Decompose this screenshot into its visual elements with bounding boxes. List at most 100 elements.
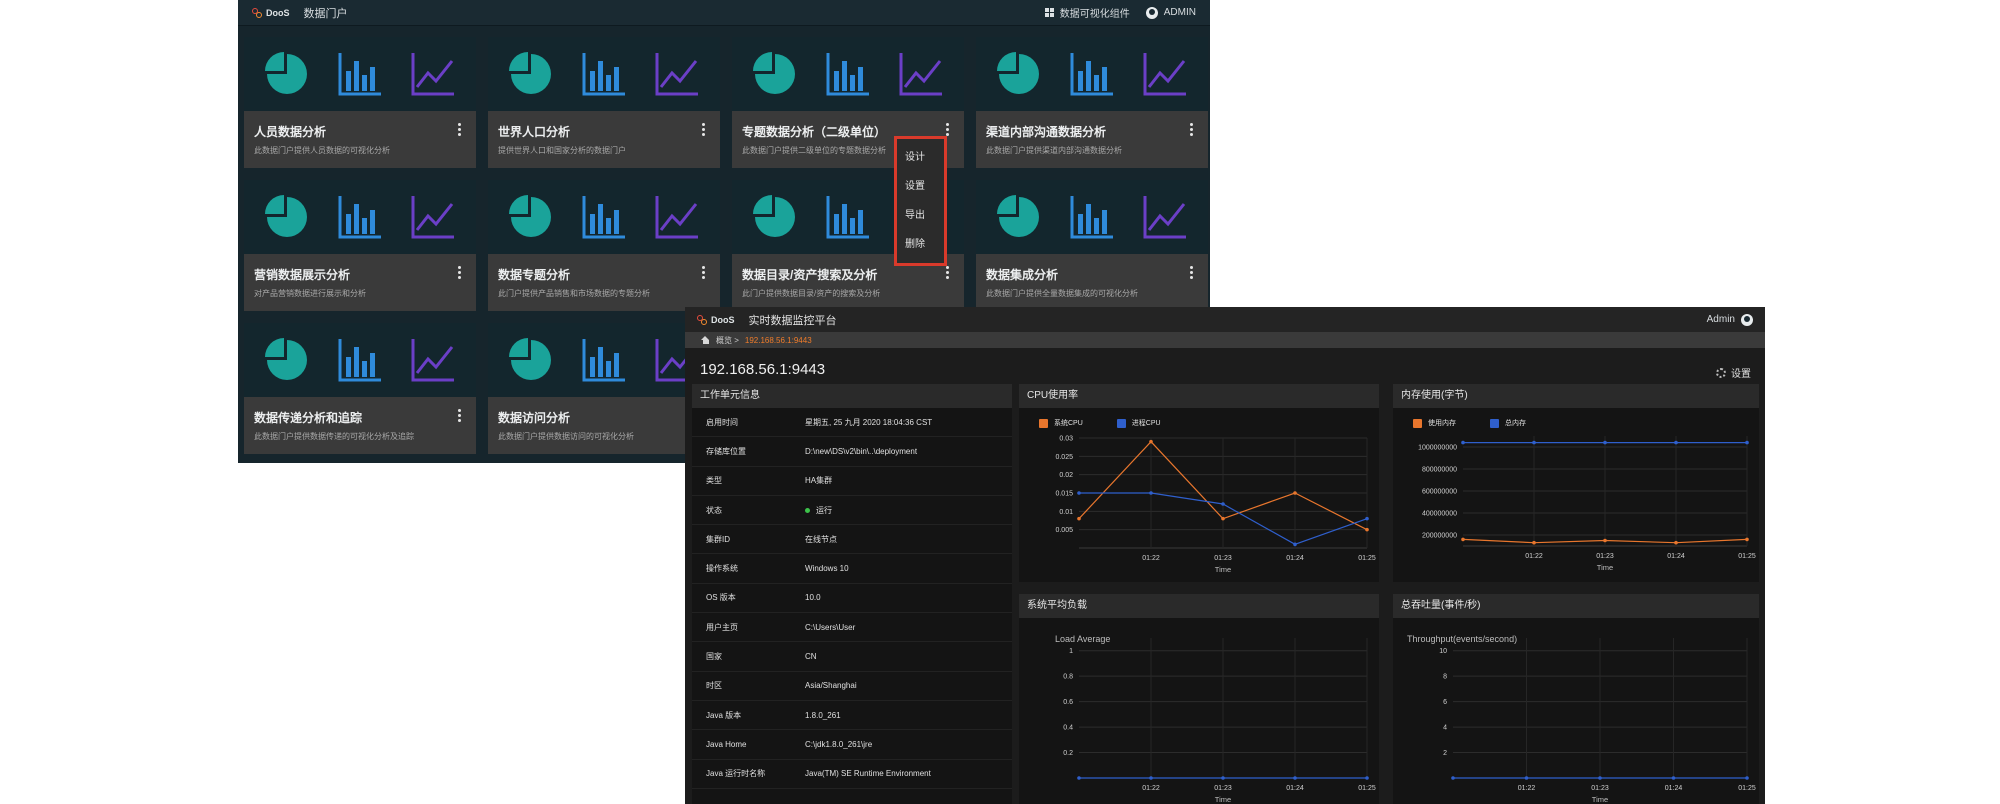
more-options-icon[interactable]	[702, 123, 706, 136]
portal-card[interactable]: 数据传递分析和追踪 此数据门户提供数据传递的可视化分析及追踪	[244, 323, 476, 454]
data-point[interactable]	[1461, 440, 1465, 445]
gear-icon	[1716, 367, 1726, 378]
x-tick-label: 01:23	[1214, 785, 1232, 792]
data-point[interactable]	[1532, 440, 1536, 445]
data-point[interactable]	[1745, 440, 1749, 445]
monitor-user-menu[interactable]: Admin	[1706, 313, 1753, 326]
menu-item-settings[interactable]: 设置	[897, 178, 944, 207]
data-point[interactable]	[1077, 491, 1081, 495]
y-tick-label: 6	[1443, 699, 1447, 706]
user-icon	[1145, 6, 1158, 19]
breadcrumb-root[interactable]: 概览 >	[716, 335, 739, 346]
card-thumbnail	[976, 37, 1208, 111]
data-point[interactable]	[1149, 491, 1153, 495]
more-options-icon[interactable]	[1190, 266, 1194, 279]
line-chart-icon	[899, 53, 943, 96]
portal-card[interactable]: 数据集成分析 此数据门户提供全量数据集成的可视化分析	[976, 180, 1208, 311]
info-key: 国家	[706, 652, 722, 662]
line-chart-icon	[655, 53, 699, 96]
card-title: 世界人口分析	[498, 125, 571, 139]
data-point[interactable]	[1603, 440, 1607, 445]
data-point[interactable]	[1293, 776, 1297, 780]
card-title: 营销数据展示分析	[254, 268, 351, 282]
data-point[interactable]	[1149, 439, 1153, 444]
data-point[interactable]	[1365, 776, 1369, 780]
x-tick-label: 01:23	[1596, 553, 1614, 560]
info-key: 存储库位置	[706, 446, 746, 456]
info-value-text: D:\new\DS\v2\bin\..\deployment	[805, 446, 918, 456]
card-description: 对产品营销数据进行展示和分析	[254, 289, 366, 298]
data-point[interactable]	[1671, 776, 1676, 780]
info-value-text: 运行	[816, 505, 832, 515]
portal-logo[interactable]: DooS	[252, 7, 290, 18]
card-footer: 数据专题分析 此门户提供产品销售和市场数据的专题分析	[488, 254, 720, 311]
menu-item-design[interactable]: 设计	[897, 149, 944, 178]
legend-item-process-cpu[interactable]: 进程CPU	[1116, 418, 1161, 428]
more-options-icon[interactable]	[702, 266, 706, 279]
card-thumbnail	[732, 37, 964, 111]
data-point[interactable]	[1293, 491, 1297, 495]
info-value: 在线节点	[805, 534, 1012, 545]
data-point[interactable]	[1077, 516, 1081, 521]
more-options-icon[interactable]	[458, 123, 462, 136]
portal-card[interactable]: 数据专题分析 此门户提供产品销售和市场数据的专题分析	[488, 180, 720, 311]
screenshot-canvas: DooS 数据门户 数据可视化组件 ADMIN 人员数据分析 此数据门户提供人员数…	[0, 0, 2000, 804]
x-tick-label: 01:22	[1525, 553, 1543, 560]
widgets-label: 数据可视化组件	[1059, 9, 1130, 20]
data-point[interactable]	[1149, 776, 1153, 780]
data-point[interactable]	[1461, 537, 1465, 542]
line-chart-icon	[411, 196, 455, 239]
data-point[interactable]	[1745, 776, 1749, 780]
widgets-link[interactable]: 数据可视化组件	[1044, 5, 1130, 20]
menu-item-export[interactable]: 导出	[897, 207, 944, 236]
data-point[interactable]	[1221, 516, 1225, 521]
data-point[interactable]	[1532, 540, 1536, 545]
portal-card[interactable]: 世界人口分析 提供世界人口和国家分析的数据门户	[488, 37, 720, 168]
data-point[interactable]	[1451, 776, 1455, 780]
more-options-icon[interactable]	[946, 266, 950, 279]
settings-button[interactable]: 设置	[1716, 365, 1751, 380]
more-options-icon[interactable]	[946, 123, 950, 136]
info-row: Java 版本 1.8.0_261	[692, 701, 1012, 731]
home-icon[interactable]	[701, 336, 710, 344]
info-key: 集群ID	[706, 534, 730, 544]
info-value-text: Windows 10	[805, 564, 849, 574]
pie-chart-icon	[752, 195, 795, 237]
card-footer: 渠道内部沟通数据分析 此数据门户提供渠道内部沟通数据分析	[976, 111, 1208, 168]
more-options-icon[interactable]	[458, 266, 462, 279]
data-point[interactable]	[1077, 776, 1081, 780]
data-point[interactable]	[1365, 516, 1369, 521]
menu-item-delete[interactable]: 删除	[897, 236, 944, 265]
more-options-icon[interactable]	[458, 409, 462, 422]
y-tick-label: 600000000	[1422, 489, 1457, 496]
legend-item-total-memory[interactable]: 总内存	[1490, 418, 1526, 428]
portal-card[interactable]: 人员数据分析 此数据门户提供人员数据的可视化分析	[244, 37, 476, 168]
info-key: 操作系统	[706, 564, 738, 574]
monitor-logo[interactable]: DooS	[697, 314, 735, 325]
data-point[interactable]	[1221, 776, 1225, 780]
legend-item-system-cpu[interactable]: 系统CPU	[1039, 418, 1083, 428]
data-point[interactable]	[1524, 776, 1529, 780]
portal-card[interactable]: 营销数据展示分析对产品营销数据进行展示和分析	[244, 180, 476, 311]
card-description: 此数据门户提供人员数据的可视化分析	[254, 146, 390, 155]
data-point[interactable]	[1365, 527, 1369, 532]
data-point[interactable]	[1598, 776, 1602, 780]
x-tick-label: 01:24	[1667, 553, 1685, 560]
portal-card[interactable]: 渠道内部沟通数据分析 此数据门户提供渠道内部沟通数据分析	[976, 37, 1208, 168]
data-point[interactable]	[1745, 537, 1749, 542]
data-point[interactable]	[1603, 538, 1607, 543]
monitor-user-label: Admin	[1706, 314, 1735, 325]
user-menu[interactable]: ADMIN	[1145, 6, 1196, 19]
data-point[interactable]	[1674, 440, 1678, 445]
info-value-text: HA集群	[805, 476, 833, 486]
card-footer: 世界人口分析 提供世界人口和国家分析的数据门户	[488, 111, 720, 168]
x-axis-label: Time	[1215, 795, 1231, 804]
more-options-icon[interactable]	[1190, 123, 1194, 136]
x-tick-label: 01:24	[1286, 785, 1304, 792]
data-point[interactable]	[1293, 542, 1297, 547]
y-tick-label: 200000000	[1422, 533, 1457, 540]
data-point[interactable]	[1221, 502, 1225, 506]
y-tick-label: 1	[1069, 648, 1073, 655]
data-point[interactable]	[1674, 540, 1678, 545]
legend-item-used-memory[interactable]: 使用内存	[1413, 418, 1456, 428]
